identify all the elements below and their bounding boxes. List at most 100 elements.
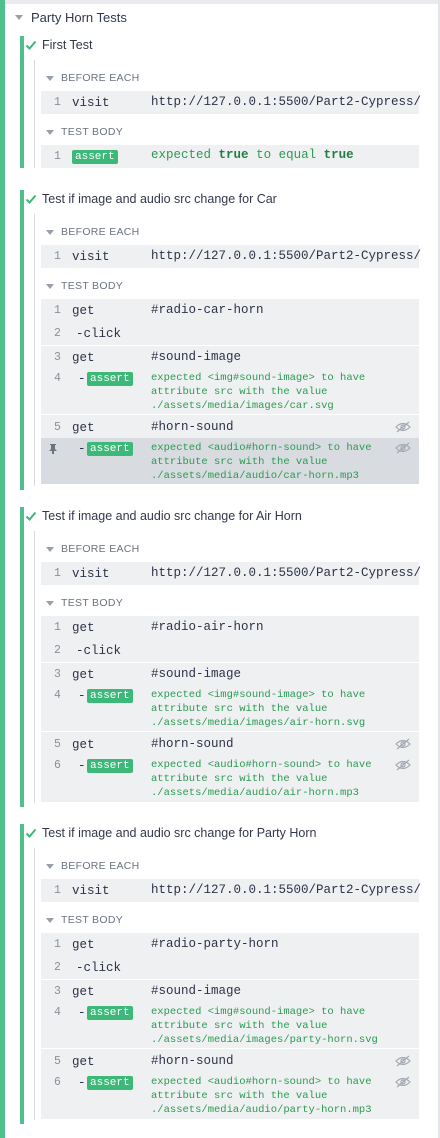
assert-message: expected <img#sound-image> to have attri…: [151, 1006, 378, 1046]
command-name[interactable]: get: [72, 421, 95, 435]
assert-badge[interactable]: assert: [87, 442, 133, 456]
hook-test-body[interactable]: TEST BODY: [46, 596, 123, 610]
command-message: http://127.0.0.1:5500/Part2-Cypress/: [151, 566, 422, 580]
command-number: 5: [54, 421, 61, 434]
collapse-triangle-icon: [15, 14, 23, 20]
command-number: 6: [54, 1076, 61, 1089]
command-number: 1: [54, 96, 61, 109]
eye-slash-icon: [395, 1076, 411, 1088]
hook-label: BEFORE EACH: [61, 860, 140, 872]
assert-badge[interactable]: assert: [87, 759, 133, 773]
hook-test-body[interactable]: TEST BODY: [46, 913, 123, 927]
command-message: http://127.0.0.1:5500/Part2-Cypress/: [151, 95, 422, 109]
command-message: #radio-air-horn: [151, 620, 264, 634]
command-number: 1: [54, 884, 61, 897]
eye-slash-icon: [395, 738, 411, 750]
test-header[interactable]: Test if image and audio src change for A…: [25, 508, 302, 524]
command-name[interactable]: get: [72, 1055, 95, 1069]
hook-label: TEST BODY: [61, 280, 124, 292]
command-number: 1: [54, 621, 61, 634]
command-message: #radio-party-horn: [151, 937, 279, 951]
child-dash: -: [78, 759, 86, 773]
hook-before-each[interactable]: BEFORE EACH: [46, 71, 140, 85]
test-header[interactable]: Test if image and audio src change for P…: [25, 825, 316, 841]
test-title: Test if image and audio src change for A…: [42, 509, 302, 523]
test-header[interactable]: First Test: [25, 37, 92, 53]
test-title: Test if image and audio src change for C…: [42, 192, 277, 206]
command-message: #horn-sound: [151, 1054, 234, 1068]
assert-badge[interactable]: assert: [87, 1006, 133, 1020]
assert-message: expected true to equal true: [151, 148, 354, 162]
command-name[interactable]: -click: [76, 644, 121, 658]
command-number: 1: [54, 250, 61, 263]
test-pass-bar: [20, 36, 24, 168]
eye-slash-icon: [395, 759, 411, 771]
hook-label: BEFORE EACH: [61, 226, 140, 238]
command-name[interactable]: get: [72, 621, 95, 635]
assert-badge[interactable]: assert: [87, 689, 133, 703]
command-number: 3: [54, 351, 61, 364]
command-row[interactable]: 1 visit http://127.0.0.1:5500/Part2-Cypr…: [41, 562, 422, 585]
hook-test-body[interactable]: TEST BODY: [46, 125, 123, 139]
test-pass-bar: [20, 824, 24, 1124]
assert-badge[interactable]: assert: [87, 1076, 133, 1090]
test-header[interactable]: Test if image and audio src change for C…: [25, 191, 277, 207]
command-row[interactable]: 1 visit http://127.0.0.1:5500/Part2-Cypr…: [41, 91, 422, 114]
command-number: 3: [54, 668, 61, 681]
assert-badge[interactable]: assert: [87, 372, 133, 386]
child-dash: -: [78, 372, 86, 386]
command-row[interactable]: 1 visit http://127.0.0.1:5500/Part2-Cypr…: [41, 245, 421, 268]
command-name[interactable]: get: [72, 304, 95, 318]
child-dash: -: [78, 442, 86, 456]
tree-guide: [34, 60, 35, 168]
command-message: #radio-car-horn: [151, 303, 264, 317]
command-number: 1: [54, 938, 61, 951]
child-dash: -: [78, 1076, 86, 1090]
hook-before-each[interactable]: BEFORE EACH: [46, 859, 140, 873]
child-dash: -: [78, 689, 86, 703]
command-number: 6: [54, 759, 61, 772]
collapse-triangle-icon: [46, 600, 54, 606]
hook-label: TEST BODY: [61, 914, 124, 926]
collapse-triangle-icon: [46, 75, 54, 81]
command-name[interactable]: get: [72, 351, 95, 365]
command-message: #sound-image: [151, 350, 242, 364]
command-row[interactable]: 1 visit http://127.0.0.1:5500/Part2-Cypr…: [41, 879, 422, 902]
command-name: visit: [72, 96, 110, 110]
command-number: 1: [54, 150, 61, 163]
pin-icon[interactable]: [47, 443, 59, 455]
hook-before-each[interactable]: BEFORE EACH: [46, 542, 140, 556]
command-number: 5: [54, 738, 61, 751]
test-title: Test if image and audio src change for P…: [42, 826, 317, 840]
command-number: 2: [54, 644, 61, 657]
command-name[interactable]: -click: [76, 961, 121, 975]
test-title: First Test: [42, 38, 93, 52]
command-message: #sound-image: [151, 984, 242, 998]
command-name[interactable]: get: [72, 938, 95, 952]
suite-pass-bar: [0, 0, 5, 1138]
command-name[interactable]: -click: [76, 327, 121, 341]
command-number: 2: [54, 961, 61, 974]
hook-before-each[interactable]: BEFORE EACH: [46, 225, 140, 239]
collapse-triangle-icon: [46, 546, 54, 552]
check-icon: [25, 510, 37, 522]
test-pass-bar: [20, 507, 24, 807]
test-pass-bar: [20, 190, 24, 490]
suite-title: Party Horn Tests: [31, 9, 127, 25]
assert-message: expected <audio#horn-sound> to have attr…: [151, 759, 372, 799]
command-name: visit: [72, 884, 110, 898]
check-icon: [25, 827, 37, 839]
command-message: #horn-sound: [151, 737, 234, 751]
command-row[interactable]: 1 assert expected true to equal true: [41, 145, 419, 168]
hook-test-body[interactable]: TEST BODY: [46, 279, 123, 293]
suite-header[interactable]: Party Horn Tests: [15, 9, 127, 25]
command-name[interactable]: get: [72, 668, 95, 682]
command-name[interactable]: get: [72, 738, 95, 752]
command-number: 2: [54, 327, 61, 340]
command-name[interactable]: get: [72, 985, 95, 999]
command-number: 3: [54, 985, 61, 998]
check-icon: [25, 39, 37, 51]
command-message: http://127.0.0.1:5500/Part2-Cypress/: [151, 883, 422, 897]
hook-label: BEFORE EACH: [61, 543, 140, 555]
collapse-triangle-icon: [46, 863, 54, 869]
